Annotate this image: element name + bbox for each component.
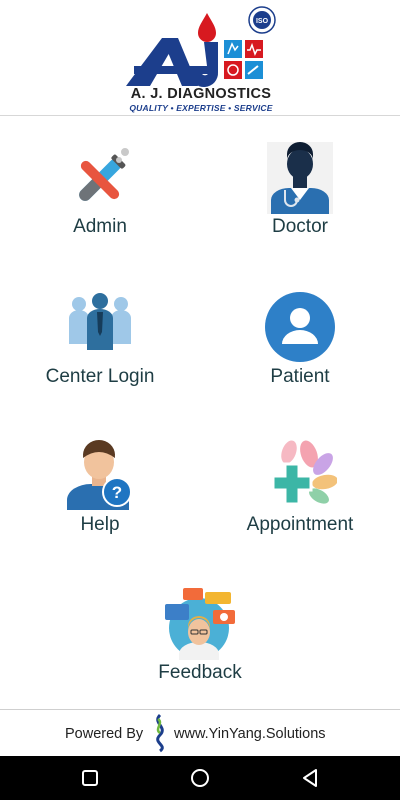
test-tube-icon [79,148,129,201]
recents-square-icon[interactable] [78,766,102,790]
yinyang-logo-icon [156,713,164,753]
user-circle-icon [265,292,335,362]
group-icon [69,293,131,350]
appointment-label: Appointment [246,514,354,535]
feedback-label: Feedback [158,662,242,683]
header-divider [0,115,400,116]
aj-logo-mark [126,38,263,88]
patient-label: Patient [270,366,330,387]
help-button[interactable]: ? Help [0,438,200,538]
footer: Powered By www.YinYang.Solutions [0,710,400,756]
brand-name: A. J. DIAGNOSTICS [130,86,272,102]
svg-text:ISO: ISO [256,18,269,25]
appointment-button[interactable]: Appointment [200,438,400,538]
feedback-icon [165,588,235,660]
powered-by-text: Powered By [65,726,144,742]
system-nav-bar [0,756,400,800]
iso-badge-icon: ISO [248,6,276,34]
website-link[interactable]: www.YinYang.Solutions [174,726,326,742]
medical-cross-icon [271,440,337,506]
help-person-icon: ? [67,440,132,510]
brand-logo: ISO A. J. DIAGNOSTICS QUALITY • EXPERTIS… [118,4,283,113]
home-circle-icon[interactable] [188,766,212,790]
app-header: ISO A. J. DIAGNOSTICS QUALITY • EXPERTIS… [0,0,400,116]
admin-button[interactable]: Admin [0,140,200,240]
brand-tagline: QUALITY • EXPERTISE • SERVICE [129,103,273,113]
patient-button[interactable]: Patient [200,290,400,390]
back-triangle-icon[interactable] [298,766,322,790]
admin-label: Admin [73,216,127,237]
doctor-button[interactable]: Doctor [200,140,400,240]
doctor-label: Doctor [272,216,328,237]
svg-text:?: ? [112,483,122,502]
doctor-icon [267,142,333,214]
help-label: Help [80,514,120,535]
center-login-button[interactable]: Center Login [0,290,200,390]
center-login-label: Center Login [45,366,155,387]
feedback-button[interactable]: Feedback [100,586,300,686]
